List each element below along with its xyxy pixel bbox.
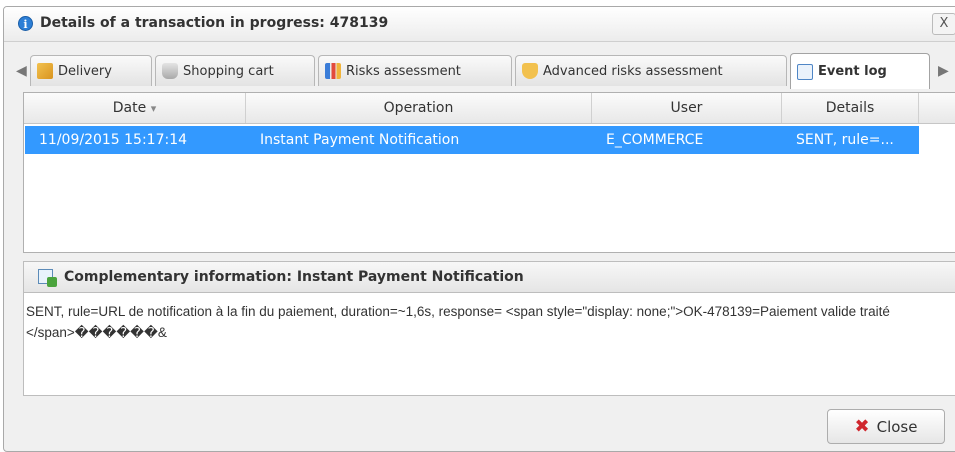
- tab-label: Risks assessment: [346, 63, 461, 79]
- column-header-filler: [919, 93, 955, 123]
- grid-header: Date ▾ Operation User Details: [24, 93, 955, 124]
- tab-label: Event log: [818, 64, 887, 79]
- shield-icon: [522, 63, 538, 79]
- shopping-cart-icon: [162, 63, 178, 79]
- column-label: User: [670, 100, 703, 116]
- cell-details: SENT, rule=...: [796, 132, 894, 148]
- column-label: Operation: [383, 100, 454, 116]
- cell-user: E_COMMERCE: [606, 132, 704, 148]
- tab-delivery[interactable]: Delivery: [30, 55, 152, 86]
- complementary-info-text: SENT, rule=URL de notification à la fin …: [23, 293, 955, 396]
- sort-down-icon: ▾: [150, 102, 157, 115]
- complementary-info-header: Complementary information: Instant Payme…: [23, 261, 955, 293]
- cell-operation: Instant Payment Notification: [260, 132, 460, 148]
- column-label: Date: [112, 100, 147, 116]
- complementary-info-title: Complementary information: Instant Payme…: [64, 269, 524, 285]
- tab-risks-assessment[interactable]: Risks assessment: [318, 55, 512, 86]
- cell-date: 11/09/2015 15:17:14: [39, 132, 188, 148]
- scroll-right-icon[interactable]: ▶: [938, 63, 949, 79]
- event-log-grid: Date ▾ Operation User Details 11/09/2015…: [23, 92, 955, 253]
- tab-label: Advanced risks assessment: [543, 63, 723, 79]
- close-icon[interactable]: X: [932, 13, 955, 35]
- transaction-details-dialog: i Details of a transaction in progress: …: [3, 6, 955, 452]
- event-log-icon: [797, 63, 813, 80]
- tab-advanced-risks-assessment[interactable]: Advanced risks assessment: [515, 55, 787, 86]
- column-header-user[interactable]: User: [592, 93, 782, 123]
- close-icon: ✖: [854, 415, 870, 437]
- column-label: Details: [825, 100, 875, 116]
- delivery-icon: [37, 63, 53, 79]
- document-export-icon: [38, 269, 57, 287]
- scroll-left-icon[interactable]: ◀: [16, 63, 27, 79]
- tab-shopping-cart[interactable]: Shopping cart: [155, 55, 315, 86]
- tab-event-log[interactable]: Event log: [790, 53, 930, 89]
- dialog-titlebar[interactable]: i Details of a transaction in progress: …: [4, 7, 955, 42]
- table-row[interactable]: 11/09/2015 15:17:14 Instant Payment Noti…: [25, 126, 919, 154]
- dialog-title: Details of a transaction in progress: 47…: [40, 15, 389, 31]
- column-header-date[interactable]: Date ▾: [24, 93, 246, 123]
- tab-bar: ◀ Delivery Shopping cart Risks assessmen…: [4, 49, 955, 91]
- column-header-operation[interactable]: Operation: [246, 93, 592, 123]
- risks-chart-icon: [325, 63, 341, 79]
- close-button[interactable]: ✖ Close: [827, 409, 945, 444]
- tab-label: Delivery: [58, 63, 112, 79]
- close-button-label: Close: [876, 417, 918, 436]
- tab-label: Shopping cart: [183, 63, 274, 79]
- column-header-details[interactable]: Details: [782, 93, 919, 123]
- info-icon: i: [18, 16, 33, 31]
